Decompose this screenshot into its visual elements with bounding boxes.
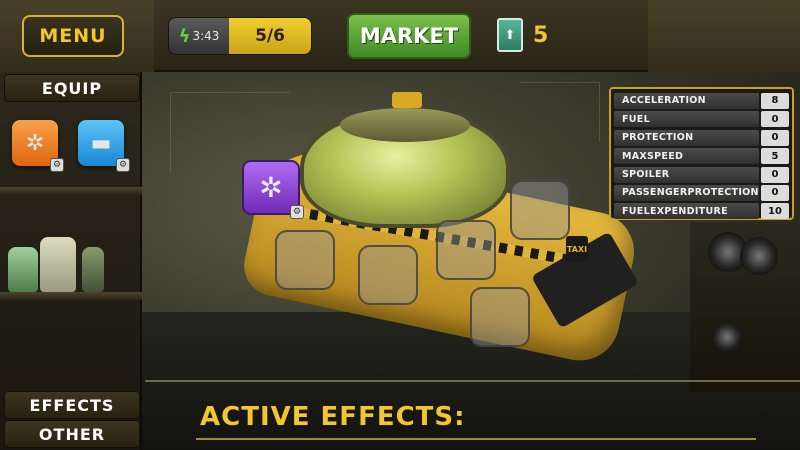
empty-upgrade-slot[interactable] [470,287,530,347]
top-bar: MENU ϟ 3:43 5/6 MARKET ⬆ 5 [0,0,800,72]
stat-label: PASSENGERPROTECTION [614,184,759,201]
bottle-decoration [40,237,76,292]
inventory-item-gun[interactable]: ▬ ⚙ [78,120,130,172]
stat-value: 5 [761,148,789,165]
bottle-decoration [82,247,104,292]
equipped-slot-gear[interactable]: ✲ ⚙ [242,160,304,219]
stat-row-spoiler: SPOILER 0 [614,166,789,184]
stat-value: 0 [761,111,789,128]
stat-label: FUEL [614,111,759,128]
stat-label: ACCELERATION [614,92,759,109]
stat-row-fuel: FUEL 0 [614,110,789,128]
stat-value: 0 [761,166,789,183]
stat-value: 0 [761,184,789,201]
menu-button[interactable]: MENU [22,15,124,57]
stat-label: SPOILER [614,166,759,183]
taxi-roof [340,108,470,142]
energy-count: 5/6 [229,18,311,54]
currency-value: 5 [533,22,549,48]
stat-label: MAXSPEED [614,148,759,165]
settings-badge-icon: ⚙ [116,158,130,172]
shelf-divider [0,292,142,300]
bottle-decoration [8,247,38,292]
active-effects-title: ACTIVE EFFECTS: [200,402,466,432]
gear-icon [712,322,742,352]
circuit-decoration [520,82,600,142]
tab-equip[interactable]: EQUIP [4,74,140,102]
gear-icon: ✲ [25,130,45,156]
tire-icon [740,237,778,275]
tab-effects[interactable]: EFFECTS [4,391,140,419]
energy-timer: ϟ 3:43 [169,18,229,54]
lightning-icon: ϟ [178,25,191,47]
energy-meter: ϟ 3:43 5/6 [168,17,312,55]
settings-badge-icon: ⚙ [290,205,304,219]
inventory-item-gear[interactable]: ✲ ⚙ [12,120,64,172]
empty-upgrade-slot[interactable] [358,245,418,305]
stats-panel: ACCELERATION 8 FUEL 0 PROTECTION 0 MAXSP… [609,87,794,220]
stat-value: 10 [761,203,789,220]
stat-label: FUELEXPENDITURE [614,203,759,220]
tab-other[interactable]: OTHER [4,420,140,448]
empty-upgrade-slot[interactable] [510,180,570,240]
stat-value: 8 [761,92,789,109]
empty-upgrade-slot[interactable] [436,220,496,280]
stat-value: 0 [761,129,789,146]
market-button[interactable]: MARKET [347,13,471,59]
stat-row-passengerprotection: PASSENGERPROTECTION 0 [614,184,789,202]
stat-label: PROTECTION [614,129,759,146]
stat-row-maxspeed: MAXSPEED 5 [614,147,789,165]
empty-upgrade-slot[interactable] [275,230,335,290]
currency-display: ⬆ 5 [497,16,548,54]
settings-badge-icon: ⚙ [50,158,64,172]
effects-divider [196,438,756,440]
money-card-icon: ⬆ [497,18,523,52]
taxi-sign: TAXI [566,236,588,262]
top-right-panel [648,0,800,72]
gun-icon: ▬ [90,130,112,156]
shelf-divider [0,187,142,195]
gear-icon: ✲ [259,171,283,204]
energy-time-text: 3:43 [192,29,220,43]
stat-row-fuelexpenditure: FUELEXPENDITURE 10 [614,202,789,220]
stat-row-protection: PROTECTION 0 [614,129,789,147]
stat-row-acceleration: ACCELERATION 8 [614,92,789,110]
taxi-roof-light [392,92,422,108]
